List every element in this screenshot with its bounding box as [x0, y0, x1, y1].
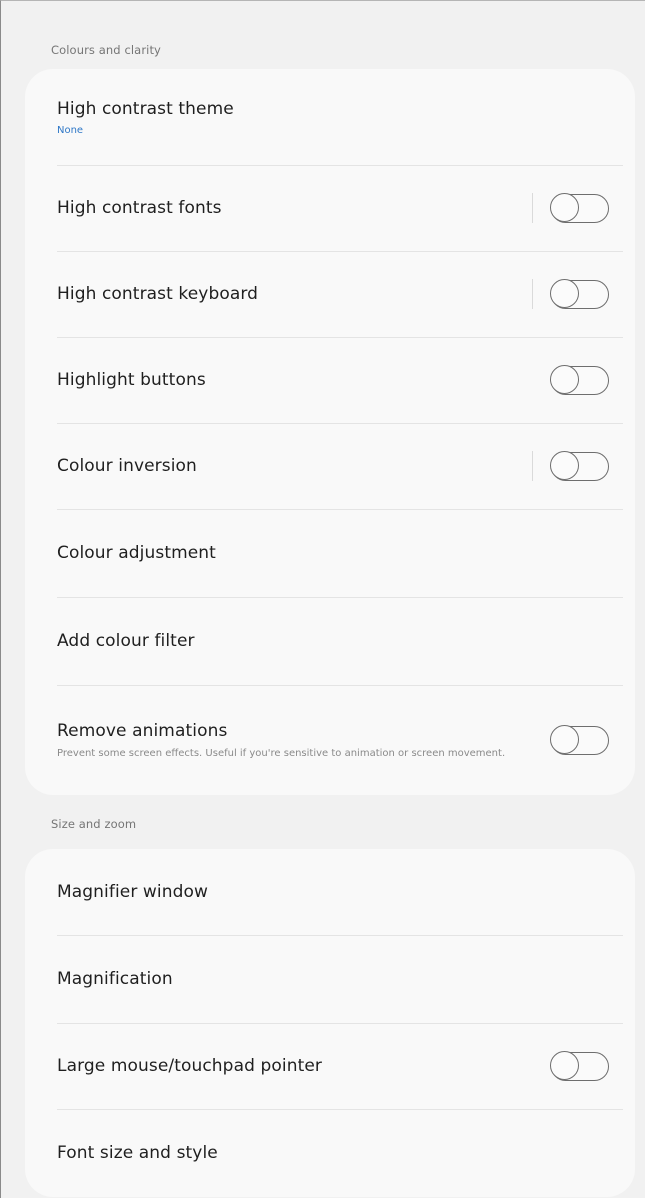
setting-highlight-buttons[interactable]: Highlight buttons [25, 337, 635, 423]
toggle-knob [550, 192, 580, 222]
setting-title: Colour adjustment [57, 543, 216, 563]
toggle-knob [550, 278, 580, 308]
setting-title: Magnifier window [57, 882, 209, 902]
setting-colour-adjustment[interactable]: Colour adjustment [25, 509, 635, 597]
toggle-knob [550, 1050, 580, 1080]
large-pointer-toggle[interactable] [550, 1050, 609, 1081]
remove-animations-toggle[interactable] [550, 724, 609, 755]
setting-font-size-and-style[interactable]: Font size and style [25, 1109, 635, 1197]
setting-high-contrast-fonts[interactable]: High contrast fonts [25, 165, 635, 251]
setting-title: High contrast keyboard [57, 284, 259, 304]
setting-colour-inversion[interactable]: Colour inversion [25, 423, 635, 509]
high-contrast-keyboard-toggle[interactable] [550, 278, 609, 309]
setting-description: Prevent some screen effects. Useful if y… [57, 747, 506, 759]
setting-title: Font size and style [57, 1143, 218, 1163]
setting-title: Remove animations [57, 720, 228, 741]
setting-remove-animations[interactable]: Remove animations Prevent some screen ef… [25, 685, 635, 795]
divider [532, 279, 533, 309]
setting-large-pointer[interactable]: Large mouse/touchpad pointer [25, 1023, 635, 1109]
divider [532, 451, 533, 481]
accessibility-visibility-screen: Colours and clarity High contrast theme … [0, 0, 645, 1198]
highlight-buttons-toggle[interactable] [550, 364, 609, 395]
divider [532, 193, 533, 223]
setting-magnification[interactable]: Magnification [25, 935, 635, 1023]
setting-title: High contrast theme [57, 98, 234, 119]
setting-title: High contrast fonts [57, 198, 222, 218]
colours-and-clarity-card: High contrast theme None High contrast f… [25, 69, 635, 795]
setting-title: Highlight buttons [57, 370, 206, 390]
setting-magnifier-window[interactable]: Magnifier window [25, 849, 635, 935]
section-header-colours-and-clarity: Colours and clarity [51, 43, 161, 57]
size-and-zoom-card: Magnifier window Magnification Large mou… [25, 849, 635, 1197]
setting-add-colour-filter[interactable]: Add colour filter [25, 597, 635, 685]
high-contrast-fonts-toggle[interactable] [550, 192, 609, 223]
setting-high-contrast-theme[interactable]: High contrast theme None [25, 69, 635, 165]
setting-value: None [57, 124, 84, 136]
setting-title: Magnification [57, 969, 173, 989]
section-header-size-and-zoom: Size and zoom [51, 817, 137, 831]
setting-high-contrast-keyboard[interactable]: High contrast keyboard [25, 251, 635, 337]
setting-title: Colour inversion [57, 456, 197, 476]
setting-title: Add colour filter [57, 631, 195, 651]
toggle-knob [550, 364, 580, 394]
setting-title: Large mouse/touchpad pointer [57, 1056, 322, 1076]
colour-inversion-toggle[interactable] [550, 450, 609, 481]
toggle-knob [550, 450, 580, 480]
toggle-knob [550, 724, 580, 754]
